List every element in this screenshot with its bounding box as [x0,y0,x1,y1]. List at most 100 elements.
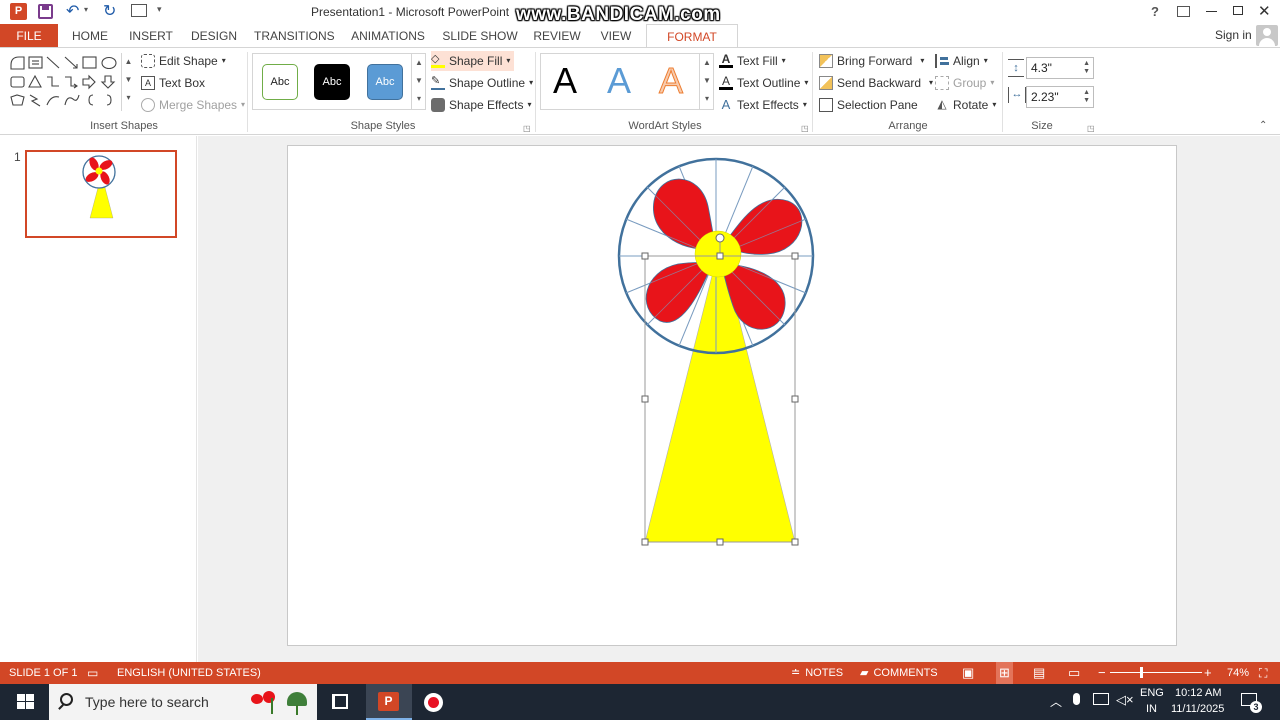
close-button[interactable]: ✕ [1258,2,1271,20]
volume-muted-icon[interactable]: ◁× [1116,692,1134,708]
reading-view-icon[interactable]: ▤ [1033,662,1045,684]
tab-format[interactable]: FORMAT [646,24,738,48]
clock-time[interactable]: 10:12 AM [1175,687,1221,699]
shape-height-input[interactable]: 4.3" ▲ ▼ [1026,57,1094,79]
windows-start-icon[interactable] [17,694,34,710]
style-swatch-outline-green[interactable]: Abc [262,64,298,100]
shape-outline-button[interactable]: ✎ Shape Outline ▾ [431,73,533,93]
collapse-ribbon-icon[interactable]: ⌃ [1259,120,1267,131]
network-icon[interactable] [1093,693,1109,705]
slide-canvas[interactable] [287,145,1177,646]
comments-button[interactable]: ▰ COMMENTS [860,662,938,684]
tab-slide-show[interactable]: SLIDE SHOW [442,24,518,48]
shape-styles-dialog-launcher-icon[interactable]: ◳ [523,124,531,133]
zoom-slider-thumb[interactable] [1140,667,1143,678]
group-separator [1002,52,1003,132]
zoom-level[interactable]: 74% [1227,662,1249,684]
send-backward-button[interactable]: Send Backward ▾ [819,73,933,93]
tab-insert[interactable]: INSERT [126,24,176,48]
slide-sorter-view-icon[interactable]: ⊞ [996,662,1013,684]
arrange-group-label: Arrange [888,120,928,132]
wordart-blue[interactable]: A [607,60,631,102]
tab-review[interactable]: REVIEW [532,24,582,48]
bring-forward-button[interactable]: Bring Forward ▾ [819,51,924,71]
microphone-icon[interactable] [1073,693,1080,705]
tab-file[interactable]: FILE [0,24,58,48]
shape-fill-button[interactable]: ◇ Shape Fill ▾ [431,51,515,71]
shape-styles-scroll[interactable]: ▲ ▼ ▾ [411,54,426,109]
text-fill-button[interactable]: A Text Fill ▾ [719,51,786,71]
start-slideshow-icon[interactable] [131,4,147,17]
shape-height-icon: ↕ [1008,59,1024,77]
slide-content [617,157,815,546]
style-swatch-black[interactable]: Abc [314,64,350,100]
windows-taskbar: Type here to search P ︿ ◁× ENG IN 10:12 … [0,684,1280,720]
wordart-dialog-launcher-icon[interactable]: ◳ [801,124,809,133]
size-dialog-launcher-icon[interactable]: ◳ [1087,124,1095,133]
shape-outline-label: Shape Outline [449,76,526,90]
text-effects-button[interactable]: A Text Effects ▾ [719,95,807,115]
shape-width-spinner[interactable]: ▲ ▼ [1083,89,1090,105]
tab-design[interactable]: DESIGN [189,24,239,48]
spellcheck-icon[interactable]: ▭ [87,662,98,684]
notes-button[interactable]: ≐ NOTES [791,662,843,684]
undo-dropdown-icon[interactable]: ▾ [84,5,88,14]
merge-shapes-label: Merge Shapes [159,98,238,112]
shapes-gallery[interactable]: ▲ ▼ ▾ [7,53,135,111]
shape-effects-button[interactable]: Shape Effects ▾ [431,95,532,115]
shapes-gallery-scroll[interactable]: ▲ ▼ ▾ [121,53,135,111]
rotate-icon: ◭ [937,97,947,111]
selection-pane-button[interactable]: Selection Pane [819,95,918,115]
text-box-button[interactable]: A Text Box [141,73,205,93]
group-button[interactable]: Group ▾ [935,73,994,93]
user-avatar[interactable] [1256,25,1278,46]
shape-height-spinner[interactable]: ▲ ▼ [1083,60,1090,76]
slide-thumbnail[interactable] [25,150,177,238]
rotate-button[interactable]: ◭ Rotate ▾ [935,95,996,115]
task-view-icon[interactable] [332,694,348,709]
text-outline-button[interactable]: A Text Outline ▾ [719,73,808,93]
slideshow-view-icon[interactable]: ▭ [1068,662,1080,684]
zoom-in-button[interactable]: + [1204,662,1212,684]
help-button[interactable]: ? [1151,4,1159,19]
save-icon[interactable] [38,4,53,19]
wordart-scroll[interactable]: ▲ ▼ ▾ [699,54,714,109]
edit-shape-button[interactable]: Edit Shape ▾ [141,51,226,71]
tab-home[interactable]: HOME [66,24,114,48]
wordart-orange[interactable]: A [658,60,683,102]
shape-styles-gallery[interactable]: Abc Abc Abc ▲ ▼ ▾ [252,53,426,110]
show-hidden-icons[interactable]: ︿ [1050,693,1062,710]
wordart-gallery[interactable]: A A A ▲ ▼ ▾ [540,53,714,110]
style-swatch-blue[interactable]: Abc [367,64,403,100]
clock-date[interactable]: 11/11/2025 [1171,703,1224,715]
zoom-out-button[interactable]: − [1098,662,1106,684]
undo-icon[interactable]: ↶ [66,1,79,21]
tab-transitions[interactable]: TRANSITIONS [254,24,335,48]
taskbar-powerpoint-app[interactable]: P [366,684,412,720]
tab-view[interactable]: VIEW [596,24,636,48]
ribbon-display-options-icon[interactable] [1177,6,1190,17]
taskbar-recorder-app[interactable] [424,693,443,712]
zoom-slider[interactable] [1110,667,1202,678]
send-backward-label: Send Backward [837,76,922,90]
align-button[interactable]: Align ▾ [935,51,988,71]
customize-toolbar-icon[interactable]: ▾ [157,4,162,15]
input-region[interactable]: IN [1146,703,1157,715]
merge-shapes-icon [141,98,155,112]
redo-icon[interactable]: ↻ [103,1,116,21]
notes-label: NOTES [805,667,844,679]
merge-shapes-button[interactable]: Merge Shapes ▾ [141,95,245,115]
shape-width-input[interactable]: 2.23" ▲ ▼ [1026,86,1094,108]
taskbar-search-box[interactable]: Type here to search [49,684,317,720]
sign-in-link[interactable]: Sign in [1215,28,1252,42]
restore-button[interactable] [1233,6,1243,15]
language-indicator[interactable]: ENGLISH (UNITED STATES) [117,662,261,684]
normal-view-icon[interactable]: ▣ [962,662,974,684]
window-title: Presentation1 - Microsoft PowerPoint [311,5,510,19]
wordart-black[interactable]: A [553,60,577,102]
input-language[interactable]: ENG [1140,687,1164,699]
minimize-button[interactable] [1206,11,1217,12]
tab-animations[interactable]: ANIMATIONS [348,24,428,48]
fit-slide-icon[interactable]: ⛶ [1259,662,1267,684]
edit-shape-label: Edit Shape [159,54,218,68]
